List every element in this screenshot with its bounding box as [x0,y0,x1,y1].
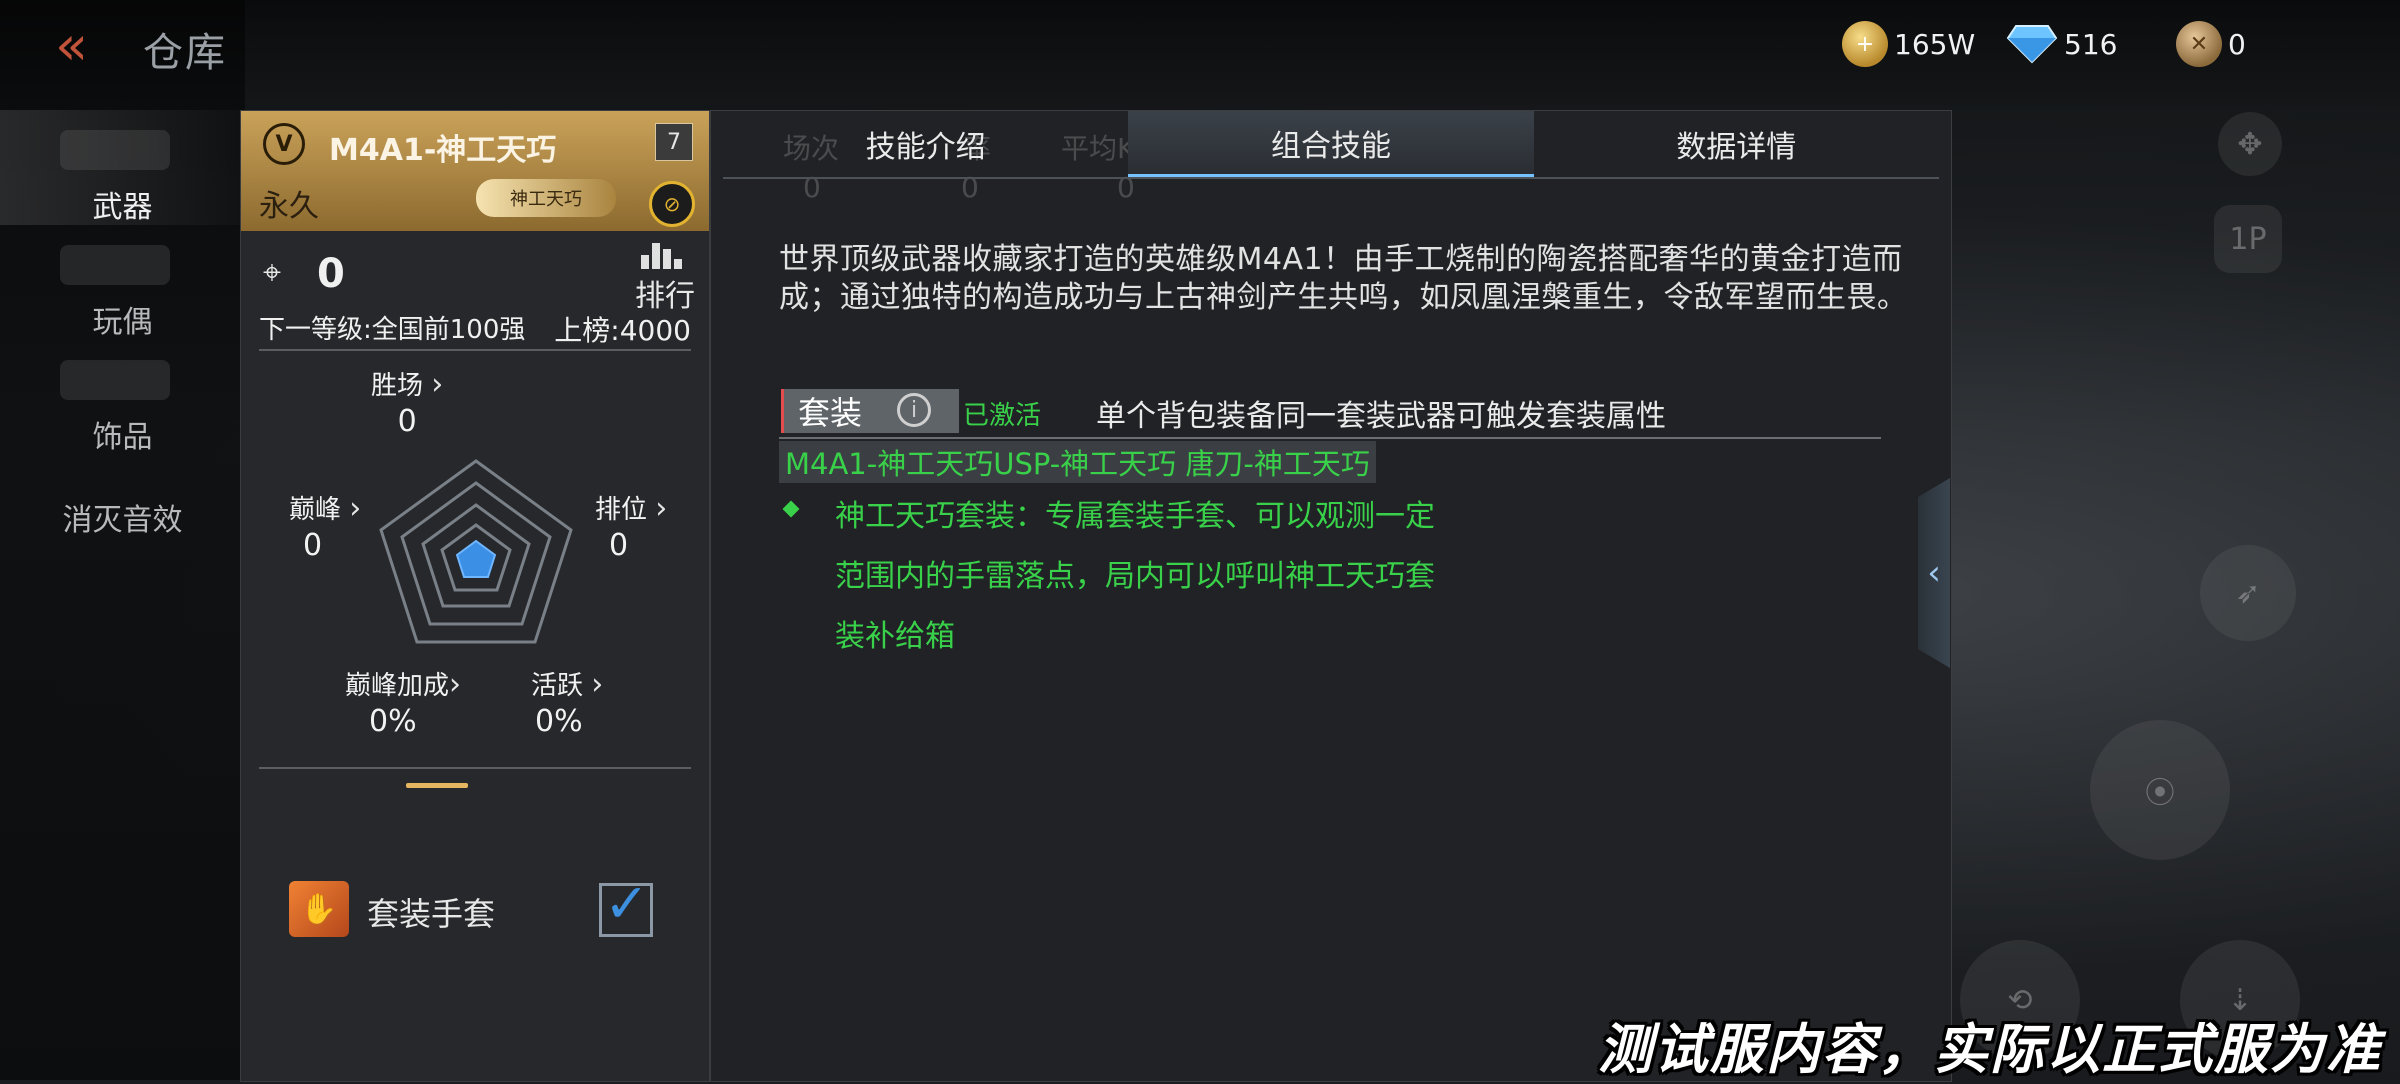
ring-badge-icon[interactable]: ⊘ [649,181,695,227]
medal-balance[interactable]: ✕ 0 [2176,21,2246,67]
collapse-panel-chevron-icon[interactable]: ‹ [1918,478,1950,668]
stat-wins[interactable]: 胜场 › 0 [371,365,443,439]
nav-item-label: 玩偶 [92,305,153,340]
gold-balance[interactable]: + 165W [1842,21,1976,67]
next-level-info: 下一等级:全国前100强 [259,315,526,345]
info-icon[interactable]: i [897,393,931,427]
medal-value: 0 [2228,27,2246,61]
skin-badge: 神工天巧 [476,179,616,217]
gold-coin-icon: + [1842,21,1888,67]
chevron-right-icon: › [449,667,462,702]
set-tag: 套装 [781,389,959,433]
listing-threshold: 上榜:4000 [554,314,691,347]
tab-skill-intro[interactable]: 技能介绍 [723,111,1128,177]
kill-count: 0 [317,251,345,297]
stat-label: 巅峰加成 [345,671,450,701]
category-nav: 武器 玩偶 饰品 消灭音效 [0,110,245,570]
stat-ranked[interactable]: 排位 › 0 [595,489,667,563]
divider [259,349,691,351]
diamond-value: 516 [2064,27,2118,61]
drag-handle[interactable] [406,783,468,788]
weapon-name: M4A1-神工天巧 [329,133,557,168]
accessory-silhouette-icon [60,360,170,400]
set-status: 已激活 [963,401,1042,431]
first-person-toggle[interactable]: 1P [2214,205,2282,273]
nav-item-accessories[interactable]: 饰品 [0,340,245,455]
set-note: 单个背包装备同一套装武器可触发套装属性 [1096,399,1666,434]
tab-data-details[interactable]: 数据详情 [1534,111,1939,177]
divider [779,437,1881,439]
tier-badge-icon: V [263,123,305,165]
chevron-right-icon: › [655,491,668,526]
bullet-diamond-icon [782,500,800,518]
skill-panel: 场次 率 平均KDA 0 0 0 技能介绍 组合技能 数据详情 世界顶级武器收藏… [710,110,1952,1082]
weapon-duration: 永久 [259,189,319,224]
fire-button-icon[interactable]: ⦿ [2090,720,2230,860]
stat-label: 胜场 [371,371,424,401]
kill-count-icon: ⌖ [263,253,282,291]
leaderboard-icon[interactable] [641,243,691,273]
weapon-info-card: V M4A1-神工天巧 7 永久 神工天巧 ⊘ ⌖ 0 排行 下一等级:全国前1… [240,110,710,1082]
rifle-silhouette-icon [60,130,170,170]
weapon-header: V M4A1-神工天巧 7 永久 神工天巧 ⊘ [241,111,709,231]
medal-icon: ✕ [2176,21,2222,67]
dpad-icon[interactable]: ✥ [2218,112,2282,176]
stat-active[interactable]: 活跃 › 0% [531,665,603,739]
nav-item-label: 武器 [92,190,153,225]
first-person-label: 1P [2229,221,2267,257]
stat-peak[interactable]: 巅峰 › 0 [289,489,361,563]
set-effect: 神工天巧套装：专属套装手套、可以观测一定范围内的手雷落点，局内可以呼叫神工天巧套… [835,499,1435,654]
glove-label: 套装手套 [367,895,496,933]
test-server-disclaimer: 测试服内容，实际以正式服为准 [1598,1018,2382,1081]
doll-silhouette-icon [60,245,170,285]
divider [259,767,691,769]
stat-label: 排位 [595,495,648,525]
set-tag-label: 套装 [798,394,863,432]
weapon-level: 7 [655,123,693,161]
checkmark-icon: ✓ [604,872,650,935]
diamond-balance[interactable]: 516 [2006,22,2117,66]
nav-item-weapons[interactable]: 武器 [0,110,245,225]
weapon-description: 世界顶级武器收藏家打造的英雄级M4A1！由手工烧制的陶瓷搭配奢华的黄金打造而成；… [779,242,1908,315]
glove-icon: ✋ [289,881,349,937]
nav-item-label: 消灭音效 [62,503,183,538]
page-title: 仓库 [143,30,227,76]
chevron-right-icon: › [431,367,444,402]
back-icon[interactable]: « [55,19,115,73]
chevron-right-icon: › [349,491,362,526]
chevron-right-icon: › [591,667,604,702]
nav-item-dolls[interactable]: 玩偶 [0,225,245,340]
gold-value: 165W [1894,27,1976,61]
aim-button-icon[interactable]: ➶ [2200,545,2296,641]
tab-combo-skills[interactable]: 组合技能 [1128,111,1534,177]
nav-item-label: 饰品 [92,420,153,455]
stat-value: 0% [369,704,417,739]
stat-value: 0% [535,704,583,739]
radar-chart [379,459,573,644]
stat-label: 活跃 [531,671,584,701]
stat-peak-bonus[interactable]: 巅峰加成› 0% [345,665,461,739]
skill-tabs: 技能介绍 组合技能 数据详情 [723,111,1939,179]
glove-checkbox[interactable]: ✓ [599,872,653,937]
stat-value: 0 [397,404,417,439]
stat-value: 0 [609,528,629,563]
stat-label: 巅峰 [289,495,342,525]
diamond-icon [2006,21,2058,67]
set-members: M4A1-神工天巧USP-神工天巧 唐刀-神工天巧 [779,441,1376,483]
nav-item-kill-sounds[interactable]: 消灭音效 [0,455,245,570]
stat-value: 0 [303,528,323,563]
